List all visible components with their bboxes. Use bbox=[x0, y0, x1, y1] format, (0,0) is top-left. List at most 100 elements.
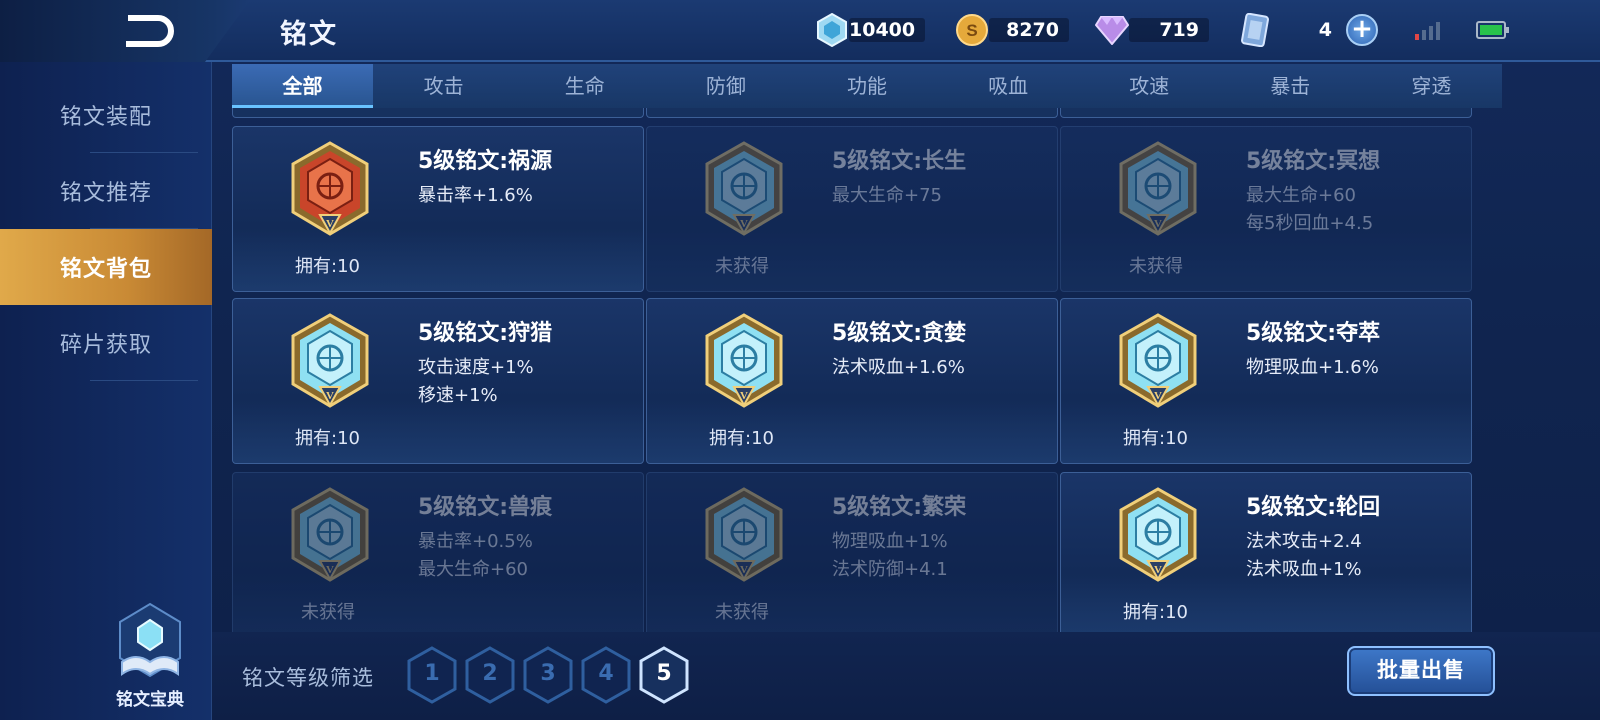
tab-crit[interactable]: 暴击 bbox=[1220, 64, 1361, 108]
svg-text:S: S bbox=[966, 21, 977, 40]
level-filter-1[interactable]: 1 bbox=[406, 646, 458, 704]
rune-codex-button[interactable]: 铭文宝典 bbox=[100, 602, 200, 712]
rune-screen: 铭文 10400 S 8270 719 4 + 铭文装配 铭文推荐 铭文背包 碎… bbox=[0, 0, 1600, 720]
rune-level-mark: V bbox=[740, 218, 748, 230]
rune-name: 5级铭文:祸源 bbox=[418, 149, 553, 174]
rune-codex-label: 铭文宝典 bbox=[116, 690, 184, 710]
signal-icon bbox=[1415, 20, 1445, 40]
not-owned-label: 未获得 bbox=[301, 602, 355, 623]
back-arrow-icon bbox=[126, 15, 174, 47]
tab-attack-speed[interactable]: 攻速 bbox=[1079, 64, 1220, 108]
rune-stat: 法术防御+4.1 bbox=[832, 559, 948, 580]
crystal-icon bbox=[815, 13, 849, 47]
rune-stat: 最大生命+60 bbox=[1246, 185, 1356, 206]
rune-emblem-icon: V bbox=[705, 487, 783, 582]
ticket-counter: 4 + bbox=[1238, 10, 1378, 50]
rune-card-huoyuan[interactable]: V 5级铭文:祸源暴击率+1.6% 拥有:10 bbox=[232, 126, 644, 292]
rune-emblem-icon: V bbox=[1119, 141, 1197, 236]
bulk-sell-button[interactable]: 批量出售 bbox=[1347, 646, 1495, 696]
rune-emblem-icon: V bbox=[291, 487, 369, 582]
rune-stat: 法术吸血+1% bbox=[1246, 559, 1362, 580]
gold-coin-icon: S bbox=[955, 13, 989, 47]
rune-card-mingxiang[interactable]: V 5级铭文:冥想 最大生命+60 每5秒回血+4.5 未获得 bbox=[1060, 126, 1472, 292]
bottom-bar: 铭文等级筛选 1 2 3 4 5 批量出售 bbox=[212, 632, 1600, 720]
owned-count: 拥有:10 bbox=[1123, 428, 1188, 449]
rune-level-mark: V bbox=[326, 564, 334, 576]
level-filter-3[interactable]: 3 bbox=[522, 646, 574, 704]
rune-emblem-icon: V bbox=[291, 141, 369, 236]
category-tabs: 全部 攻击 生命 防御 功能 吸血 攻速 暴击 穿透 bbox=[232, 64, 1502, 108]
sidebar-item-rune-bag[interactable]: 铭文背包 bbox=[0, 229, 212, 305]
tab-utility[interactable]: 功能 bbox=[796, 64, 937, 108]
sidebar-item-rune-equip[interactable]: 铭文装配 bbox=[0, 77, 212, 153]
page-title: 铭文 bbox=[280, 19, 338, 50]
rune-level-mark: V bbox=[1154, 390, 1162, 402]
rune-stat: 暴击率+0.5% bbox=[418, 531, 533, 552]
card-ticket-icon bbox=[1238, 13, 1272, 47]
crystal-value: 10400 bbox=[849, 18, 926, 42]
rune-card-changsheng[interactable]: V 5级铭文:长生 最大生命+75 未获得 bbox=[646, 126, 1058, 292]
book-icon bbox=[119, 602, 181, 678]
owned-count: 拥有:10 bbox=[295, 256, 360, 277]
sidebar-item-fragment-source[interactable]: 碎片获取 bbox=[0, 305, 212, 381]
level-filter-2[interactable]: 2 bbox=[464, 646, 516, 704]
top-bar: 铭文 10400 S 8270 719 4 + bbox=[0, 0, 1600, 62]
crystal-counter: 10400 bbox=[815, 10, 926, 50]
back-button[interactable] bbox=[0, 0, 250, 62]
rune-name: 5级铭文:兽痕 bbox=[418, 495, 553, 520]
card-peek bbox=[232, 108, 644, 118]
rune-name: 5级铭文:冥想 bbox=[1246, 149, 1381, 174]
tab-lifesteal[interactable]: 吸血 bbox=[938, 64, 1079, 108]
owned-count: 拥有:10 bbox=[709, 428, 774, 449]
sidebar: 铭文装配 铭文推荐 铭文背包 碎片获取 铭文宝典 bbox=[0, 62, 212, 720]
owned-count: 拥有:10 bbox=[1123, 602, 1188, 623]
rune-grid: V 5级铭文:祸源 暴击率+1.6% 拥有:10 V 5级铭文:长生 最大生命+75 未获得 V… bbox=[232, 108, 1502, 632]
not-owned-label: 未获得 bbox=[715, 602, 769, 623]
rune-stat: 暴击率+1.6% bbox=[418, 185, 533, 206]
gold-counter: S 8270 bbox=[955, 10, 1069, 50]
ticket-value: 4 bbox=[1318, 19, 1332, 41]
rune-card-lunhui[interactable]: V 5级铭文:轮回法术攻击+2.4 法术吸血+1% 拥有:10 bbox=[1060, 472, 1472, 632]
tab-penetration[interactable]: 穿透 bbox=[1361, 64, 1502, 108]
rune-emblem-icon: V bbox=[1119, 313, 1197, 408]
gold-value: 8270 bbox=[989, 18, 1069, 42]
card-peek bbox=[1060, 108, 1472, 118]
rune-card-shoulie[interactable]: V 5级铭文:狩猎 攻击速度+1% 移速+1% 拥有:10 bbox=[232, 298, 644, 464]
card-peek bbox=[646, 108, 1058, 118]
level-filter-5[interactable]: 5 bbox=[638, 646, 690, 704]
rune-card-shouhen[interactable]: V 5级铭文:兽痕暴击率+0.5% 最大生命+60 未获得 bbox=[232, 472, 644, 632]
rune-stat: 最大生命+75 bbox=[832, 185, 942, 206]
rune-emblem-icon: V bbox=[1119, 487, 1197, 582]
level-filter-number: 1 bbox=[424, 661, 440, 686]
rune-name: 5级铭文:夺萃 bbox=[1246, 321, 1381, 346]
tab-defense[interactable]: 防御 bbox=[655, 64, 796, 108]
rune-level-mark: V bbox=[326, 390, 334, 402]
level-filter-4[interactable]: 4 bbox=[580, 646, 632, 704]
rune-stat: 法术攻击+2.4 bbox=[1246, 531, 1362, 552]
rune-stat: 法术吸血+1.6% bbox=[832, 357, 965, 378]
rune-emblem-icon: V bbox=[705, 313, 783, 408]
rune-card-fanrong[interactable]: V 5级铭文:繁荣 物理吸血+1% 法术防御+4.1 未获得 bbox=[646, 472, 1058, 632]
level-filter-number: 5 bbox=[656, 661, 672, 686]
tab-health[interactable]: 生命 bbox=[514, 64, 655, 108]
rune-level-mark: V bbox=[1154, 564, 1162, 576]
rune-name: 5级铭文:狩猎 bbox=[418, 321, 553, 346]
tab-attack[interactable]: 攻击 bbox=[373, 64, 514, 108]
level-filter-label: 铭文等级筛选 bbox=[242, 666, 374, 690]
rune-emblem-icon: V bbox=[291, 313, 369, 408]
diamond-icon bbox=[1095, 13, 1129, 47]
rune-card-tanlan[interactable]: V 5级铭文:贪婪法术吸血+1.6% 拥有:10 bbox=[646, 298, 1058, 464]
rune-stat: 物理吸血+1% bbox=[832, 531, 948, 552]
rune-emblem-icon: V bbox=[705, 141, 783, 236]
not-owned-label: 未获得 bbox=[1129, 256, 1183, 277]
diamond-counter: 719 bbox=[1095, 10, 1209, 50]
rune-card-duocui[interactable]: V 5级铭文:夺萃物理吸血+1.6% 拥有:10 bbox=[1060, 298, 1472, 464]
add-ticket-button[interactable]: + bbox=[1346, 14, 1378, 46]
rune-name: 5级铭文:轮回 bbox=[1246, 495, 1381, 520]
rune-stat: 物理吸血+1.6% bbox=[1246, 357, 1379, 378]
rune-stat: 最大生命+60 bbox=[418, 559, 528, 580]
tab-all[interactable]: 全部 bbox=[232, 64, 374, 108]
sidebar-item-rune-recommend[interactable]: 铭文推荐 bbox=[0, 153, 212, 229]
rune-name: 5级铭文:贪婪 bbox=[832, 321, 967, 346]
not-owned-label: 未获得 bbox=[715, 256, 769, 277]
